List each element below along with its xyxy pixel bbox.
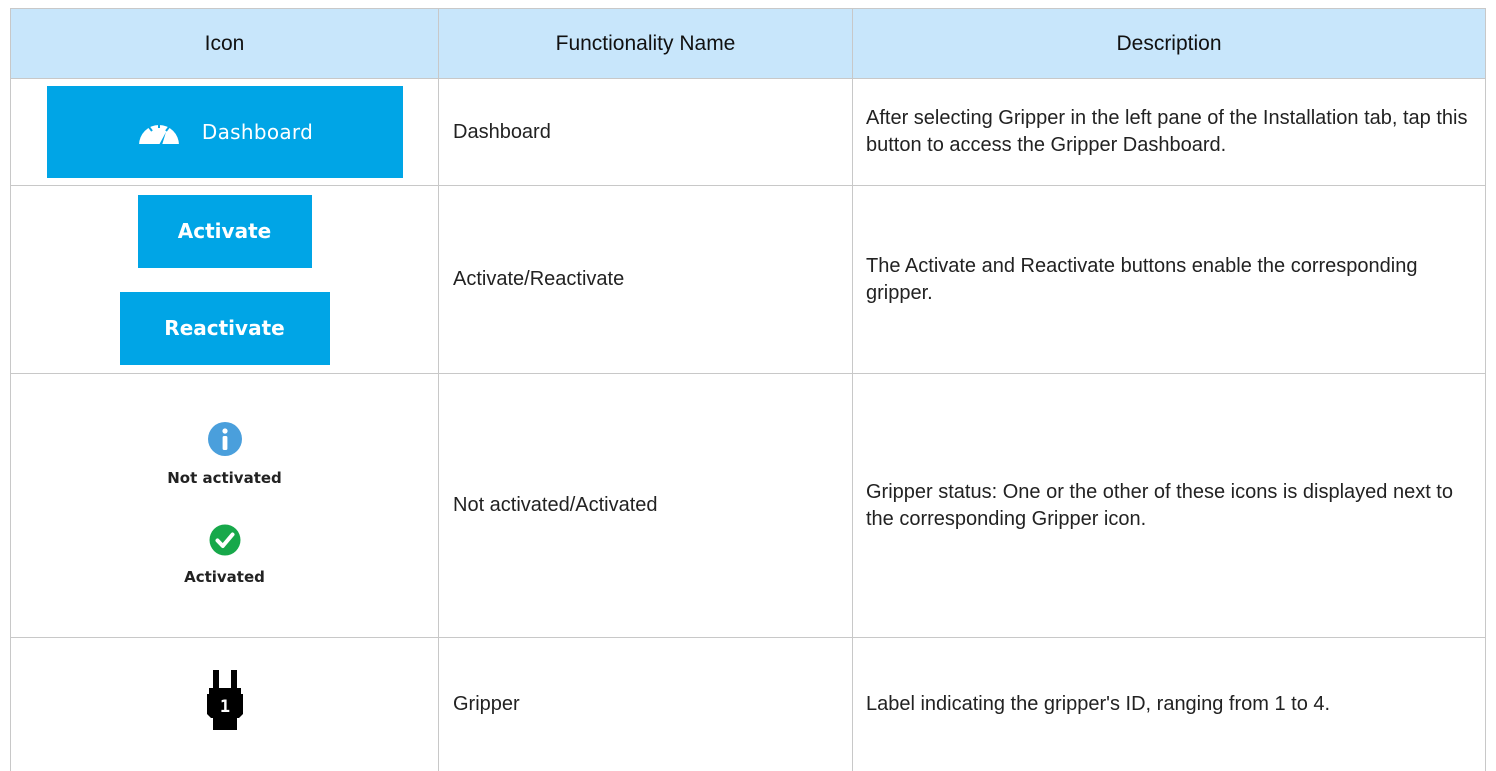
table-row-activate: Activate Reactivate Activate/Reactivate …	[10, 185, 1486, 374]
table-header-row: Icon Functionality Name Description	[10, 8, 1486, 79]
table-row-gripper: 1 Gripper Label indicating the gripper's…	[10, 637, 1486, 771]
description-cell: Gripper status: One or the other of thes…	[852, 373, 1486, 638]
dashboard-button[interactable]: Dashboard	[46, 86, 403, 178]
activated-label: Activated	[184, 567, 265, 586]
icon-cell: 1	[10, 637, 439, 771]
icon-cell: Activate Reactivate	[10, 185, 439, 374]
header-icon: Icon	[10, 8, 439, 79]
activate-button[interactable]: Activate	[137, 194, 312, 268]
not-activated-label: Not activated	[167, 468, 282, 487]
name-cell: Not activated/Activated	[438, 373, 853, 638]
header-functionality-name: Functionality Name	[438, 8, 853, 79]
checkmark-icon	[209, 524, 240, 555]
speedometer-icon	[138, 123, 179, 147]
table-row-dashboard: Dashboard Dashboard After selecting Grip…	[10, 78, 1486, 186]
gripper-id-label: 1	[219, 697, 229, 717]
description-cell: The Activate and Reactivate buttons enab…	[852, 185, 1486, 374]
icon-cell: Not activated Activated	[10, 373, 439, 638]
dashboard-button-label: Dashboard	[201, 119, 314, 144]
icon-cell: Dashboard	[10, 78, 439, 186]
functionality-table: Icon Functionality Name Description Dash…	[10, 8, 1486, 771]
info-icon	[207, 421, 242, 456]
header-description: Description	[852, 8, 1486, 79]
table-row-status: Not activated Activated Not activated/Ac…	[10, 373, 1486, 638]
name-cell: Dashboard	[438, 78, 853, 186]
description-cell: After selecting Gripper in the left pane…	[852, 78, 1486, 186]
name-cell: Activate/Reactivate	[438, 185, 853, 374]
reactivate-button[interactable]: Reactivate	[119, 291, 330, 365]
gripper-icon: 1	[206, 670, 243, 731]
description-cell: Label indicating the gripper's ID, rangi…	[852, 637, 1486, 771]
name-cell: Gripper	[438, 637, 853, 771]
